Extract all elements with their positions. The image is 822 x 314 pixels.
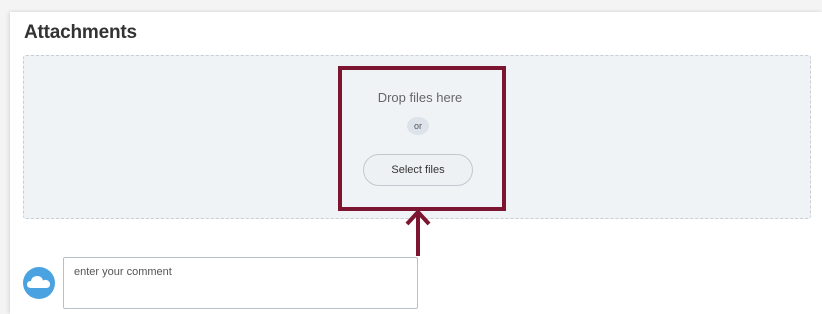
select-files-button[interactable]: Select files — [363, 154, 473, 186]
section-title: Attachments — [24, 22, 137, 43]
drop-files-label: Drop files here — [377, 90, 463, 105]
user-avatar — [23, 267, 55, 299]
file-dropzone[interactable] — [23, 55, 811, 219]
comment-input[interactable] — [63, 257, 418, 309]
cloud-icon — [27, 276, 51, 288]
or-separator: or — [407, 117, 429, 135]
